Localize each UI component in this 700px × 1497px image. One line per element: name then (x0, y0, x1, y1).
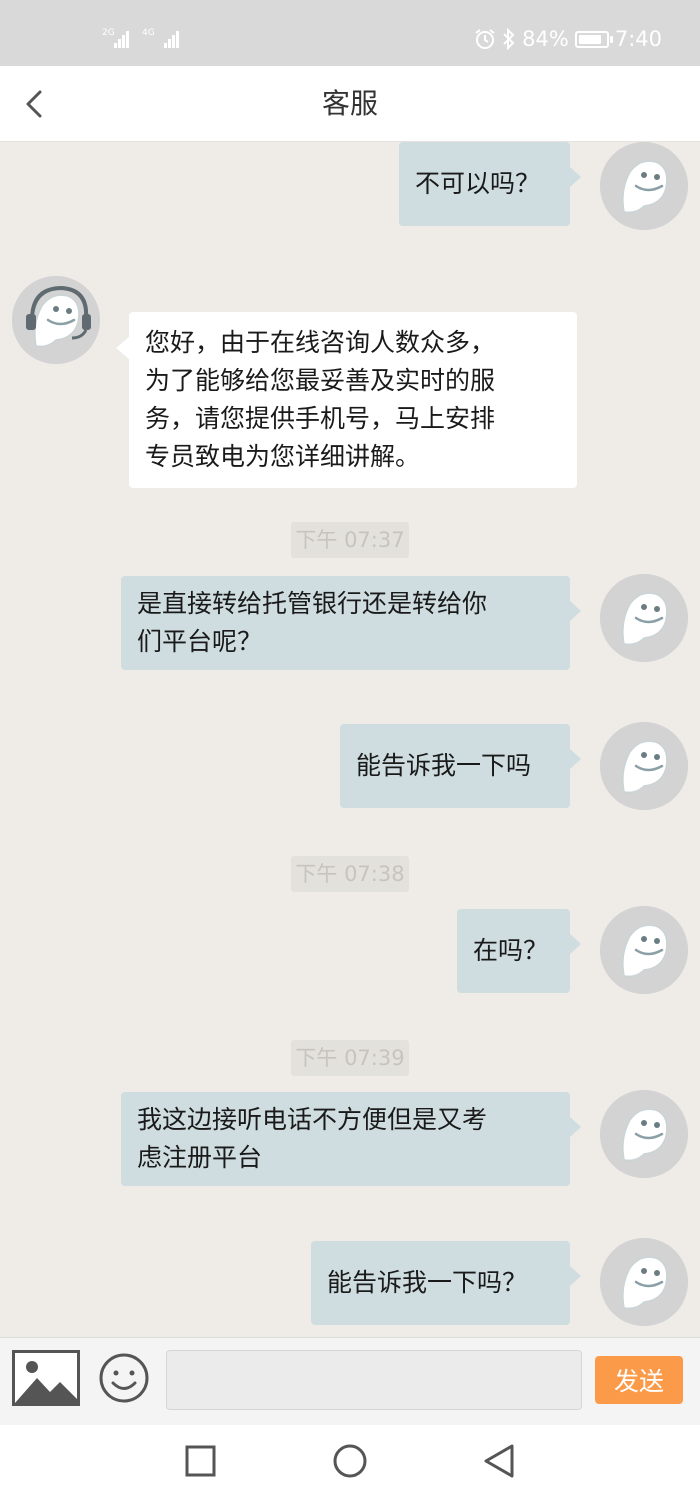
message-bubble[interactable]: 能告诉我一下吗？ (311, 1241, 581, 1325)
message-bubble[interactable]: 您好，由于在线咨询人数众多， 为了能够给您最妥善及实时的服 务，请您提供手机号，马上… (116, 312, 577, 488)
chat-area[interactable]: 不可以吗？ 您好，由于在线咨询人数众多， 为了能够给您最妥善及实时的服 务，请您提供手… (0, 142, 700, 1337)
user-avatar[interactable] (600, 722, 688, 810)
header-bar: 客服 (0, 66, 700, 142)
input-bar: 发送 (0, 1337, 700, 1425)
send-button[interactable]: 发送 (595, 1356, 683, 1404)
bluetooth-icon (503, 28, 515, 50)
smiley-icon (99, 1353, 149, 1403)
message-input[interactable] (166, 1350, 582, 1410)
message-text: 们平台呢？ (137, 627, 263, 656)
message-text: 专员致电为您详细讲解。 (145, 442, 421, 471)
chevron-left-icon (26, 90, 42, 118)
message-text: 虑注册平台 (137, 1143, 263, 1172)
alarm-icon (475, 29, 495, 49)
image-button[interactable] (12, 1350, 80, 1406)
user-avatar[interactable] (600, 142, 688, 230)
message-text: 不可以吗？ (415, 169, 541, 198)
user-avatar[interactable] (600, 1238, 688, 1326)
user-avatar[interactable] (600, 574, 688, 662)
message-text: 能告诉我一下吗 (356, 751, 532, 780)
message-text: 务，请您提供手机号，马上安排 (145, 404, 496, 433)
user-avatar[interactable] (600, 906, 688, 994)
message-text: 是直接转给托管银行还是转给你 (137, 589, 488, 618)
signal-2-label: 4G (142, 28, 155, 38)
user-avatar[interactable] (600, 1090, 688, 1178)
system-nav-bar (0, 1425, 700, 1497)
triangle-icon (484, 1444, 514, 1478)
status-right: 84% 7:40 (474, 24, 662, 54)
agent-avatar[interactable] (12, 276, 100, 364)
image-icon (12, 1350, 80, 1406)
clock: 7:40 (614, 27, 662, 51)
signal-bars-icon (164, 30, 180, 48)
nav-recents-button[interactable] (178, 1439, 224, 1483)
message-text: 为了能够给您最妥善及实时的服 (145, 366, 496, 395)
message-bubble[interactable]: 能告诉我一下吗 (340, 724, 581, 808)
timestamp-label: 下午 07:38 (291, 856, 409, 892)
message-bubble[interactable]: 是直接转给托管银行还是转给你 们平台呢？ (121, 576, 581, 670)
message-bubble[interactable]: 不可以吗？ (399, 142, 581, 226)
timestamp-label: 下午 07:39 (291, 1040, 409, 1076)
message-bubble[interactable]: 我这边接听电话不方便但是又考 虑注册平台 (121, 1092, 581, 1186)
back-button[interactable] (18, 84, 54, 124)
battery-fill (578, 34, 601, 44)
message-text: 能告诉我一下吗？ (327, 1268, 528, 1297)
status-bar: 2G 4G 84% 7:40 (0, 0, 700, 66)
message-bubble[interactable]: 在吗？ (457, 909, 581, 993)
square-icon (185, 1445, 216, 1477)
circle-icon (333, 1444, 367, 1478)
battery-icon (574, 30, 613, 48)
battery-percent: 84% (522, 27, 569, 51)
timestamp-label: 下午 07:37 (291, 522, 409, 558)
nav-home-button[interactable] (327, 1439, 373, 1483)
message-text: 在吗？ (473, 936, 549, 965)
page-title: 客服 (321, 87, 378, 120)
nav-back-button[interactable] (477, 1439, 523, 1483)
message-text: 我这边接听电话不方便但是又考 (137, 1105, 488, 1134)
signal-1-label: 2G (102, 28, 115, 38)
signal-bars-icon (114, 30, 130, 48)
message-text: 您好，由于在线咨询人数众多， (145, 328, 496, 357)
emoji-button[interactable] (98, 1352, 150, 1404)
